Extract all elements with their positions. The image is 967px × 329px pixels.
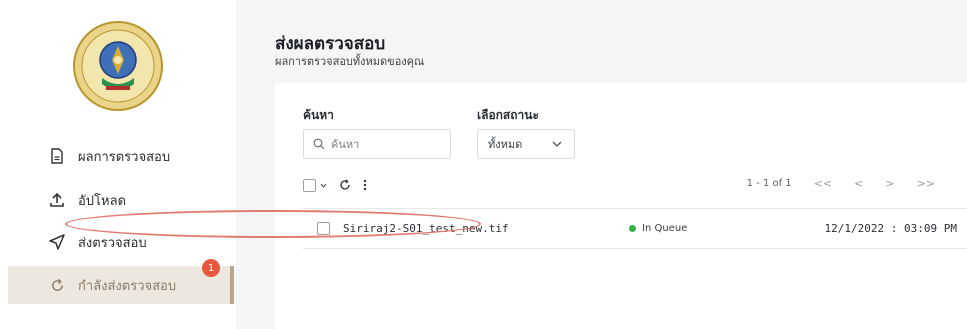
sidebar-item-label: อัปโหลด — [78, 193, 127, 209]
submitted-datetime: 12/1/2022 : 03:09 PM — [824, 221, 957, 235]
sidebar-item-results[interactable]: ผลการตรวจสอบ — [8, 137, 234, 175]
status-select[interactable]: ทั้งหมด — [477, 129, 575, 159]
next-page-button[interactable]: > — [885, 177, 894, 190]
select-menu-chevron-icon[interactable] — [320, 183, 327, 188]
main-content: ส่งผลตรวจสอบ ผลการตรวจสอบทั้งหมดของคุณ ค… — [236, 0, 967, 329]
page-subtitle: ผลการตรวจสอบทั้งหมดของคุณ — [275, 55, 425, 68]
pagination: 1 - 1 of 1 << < > >> — [747, 177, 935, 190]
search-placeholder: ค้นหา — [331, 138, 360, 151]
status-text: In Queue — [642, 222, 688, 234]
more-options-icon[interactable] — [363, 179, 367, 191]
results-card: ค้นหา เลือกสถานะ ค้นหา ทั้งหมด 1 - 1 of … — [275, 83, 967, 329]
divider — [303, 208, 967, 209]
search-input[interactable]: ค้นหา — [303, 129, 451, 159]
highlight-annotation — [65, 210, 481, 238]
search-icon — [313, 138, 325, 150]
sidebar-item-label: ส่งตรวจสอบ — [78, 235, 147, 251]
status-badge: In Queue — [629, 223, 687, 234]
notification-badge: 1 — [202, 259, 220, 277]
select-all-checkbox[interactable] — [303, 178, 316, 192]
chevron-down-icon — [552, 141, 562, 147]
first-page-button[interactable]: << — [814, 177, 832, 190]
sidebar-item-label: ผลการตรวจสอบ — [78, 149, 171, 165]
sidebar-item-label: กำลังส่งตรวจสอบ — [78, 278, 177, 294]
sidebar: ผลการตรวจสอบ อัปโหลด ส่งตรวจสอบ กำลังส่ง… — [0, 0, 236, 329]
send-icon — [48, 233, 66, 251]
upload-icon — [48, 191, 66, 209]
document-icon — [48, 147, 66, 165]
refresh-icon — [48, 276, 66, 294]
status-filter-label: เลือกสถานะ — [477, 108, 539, 122]
refresh-icon[interactable] — [339, 179, 351, 191]
prev-page-button[interactable]: < — [854, 177, 863, 190]
table-toolbar — [303, 175, 367, 195]
status-dot-icon — [629, 224, 636, 232]
active-indicator — [230, 266, 234, 304]
sidebar-item-sending[interactable]: กำลังส่งตรวจสอบ — [8, 266, 234, 304]
divider — [303, 248, 967, 249]
status-select-value: ทั้งหมด — [488, 138, 523, 151]
search-label: ค้นหา — [303, 108, 334, 122]
last-page-button[interactable]: >> — [917, 177, 935, 190]
university-logo — [73, 21, 163, 111]
pagination-range: 1 - 1 of 1 — [746, 178, 792, 189]
